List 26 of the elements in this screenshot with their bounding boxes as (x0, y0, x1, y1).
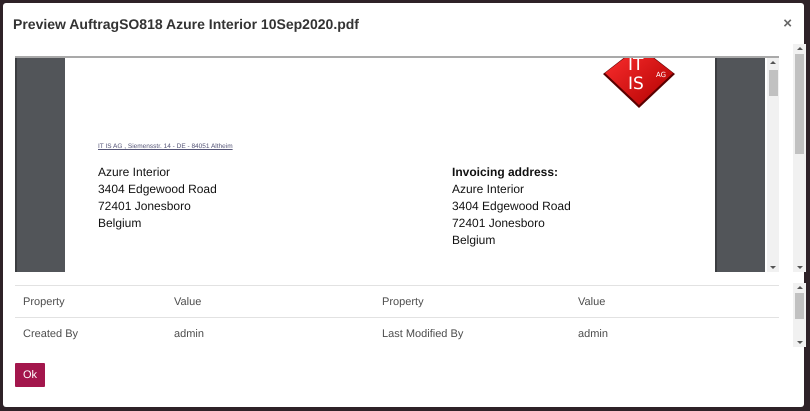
invoicing-address-line: 3404 Edgewood Road (452, 198, 571, 215)
column-header: Value (577, 296, 606, 308)
scrollbar[interactable] (793, 44, 806, 272)
recipient-address-line: Belgium (98, 215, 142, 232)
table-cell-text: Created By (22, 328, 80, 340)
recipient-address-line: 72401 Jonesboro (98, 198, 192, 215)
invoicing-heading: Invoicing address: (452, 164, 560, 181)
invoicing-address-line: 72401 Jonesboro (452, 215, 546, 232)
invoicing-address-line: Azure Interior (452, 181, 526, 198)
table-cell-text: admin (173, 328, 205, 340)
ok-button[interactable]: Ok (15, 363, 46, 387)
column-header: Property (381, 296, 425, 308)
recipient-address-line: 3404 Edgewood Road (98, 181, 218, 198)
scrollbar-thumb[interactable] (768, 70, 778, 96)
scrollbar-thumb[interactable] (795, 293, 804, 319)
scrollbar[interactable] (793, 283, 806, 347)
recipient-address-line: Azure Interior (98, 164, 172, 181)
table-cell-text: Last Modified By (381, 328, 464, 340)
scrollbar[interactable] (767, 58, 779, 272)
table-cell-text: admin (577, 328, 609, 340)
close-button[interactable]: × (781, 15, 794, 32)
column-header: Value (173, 296, 202, 308)
column-header: Property (22, 296, 66, 308)
dialog-title: Preview AuftragSO818 Azure Interior 10Sep2020.pdf (13, 16, 360, 32)
scrollbar-thumb[interactable] (795, 54, 804, 154)
invoicing-address-line: Belgium (452, 232, 496, 249)
